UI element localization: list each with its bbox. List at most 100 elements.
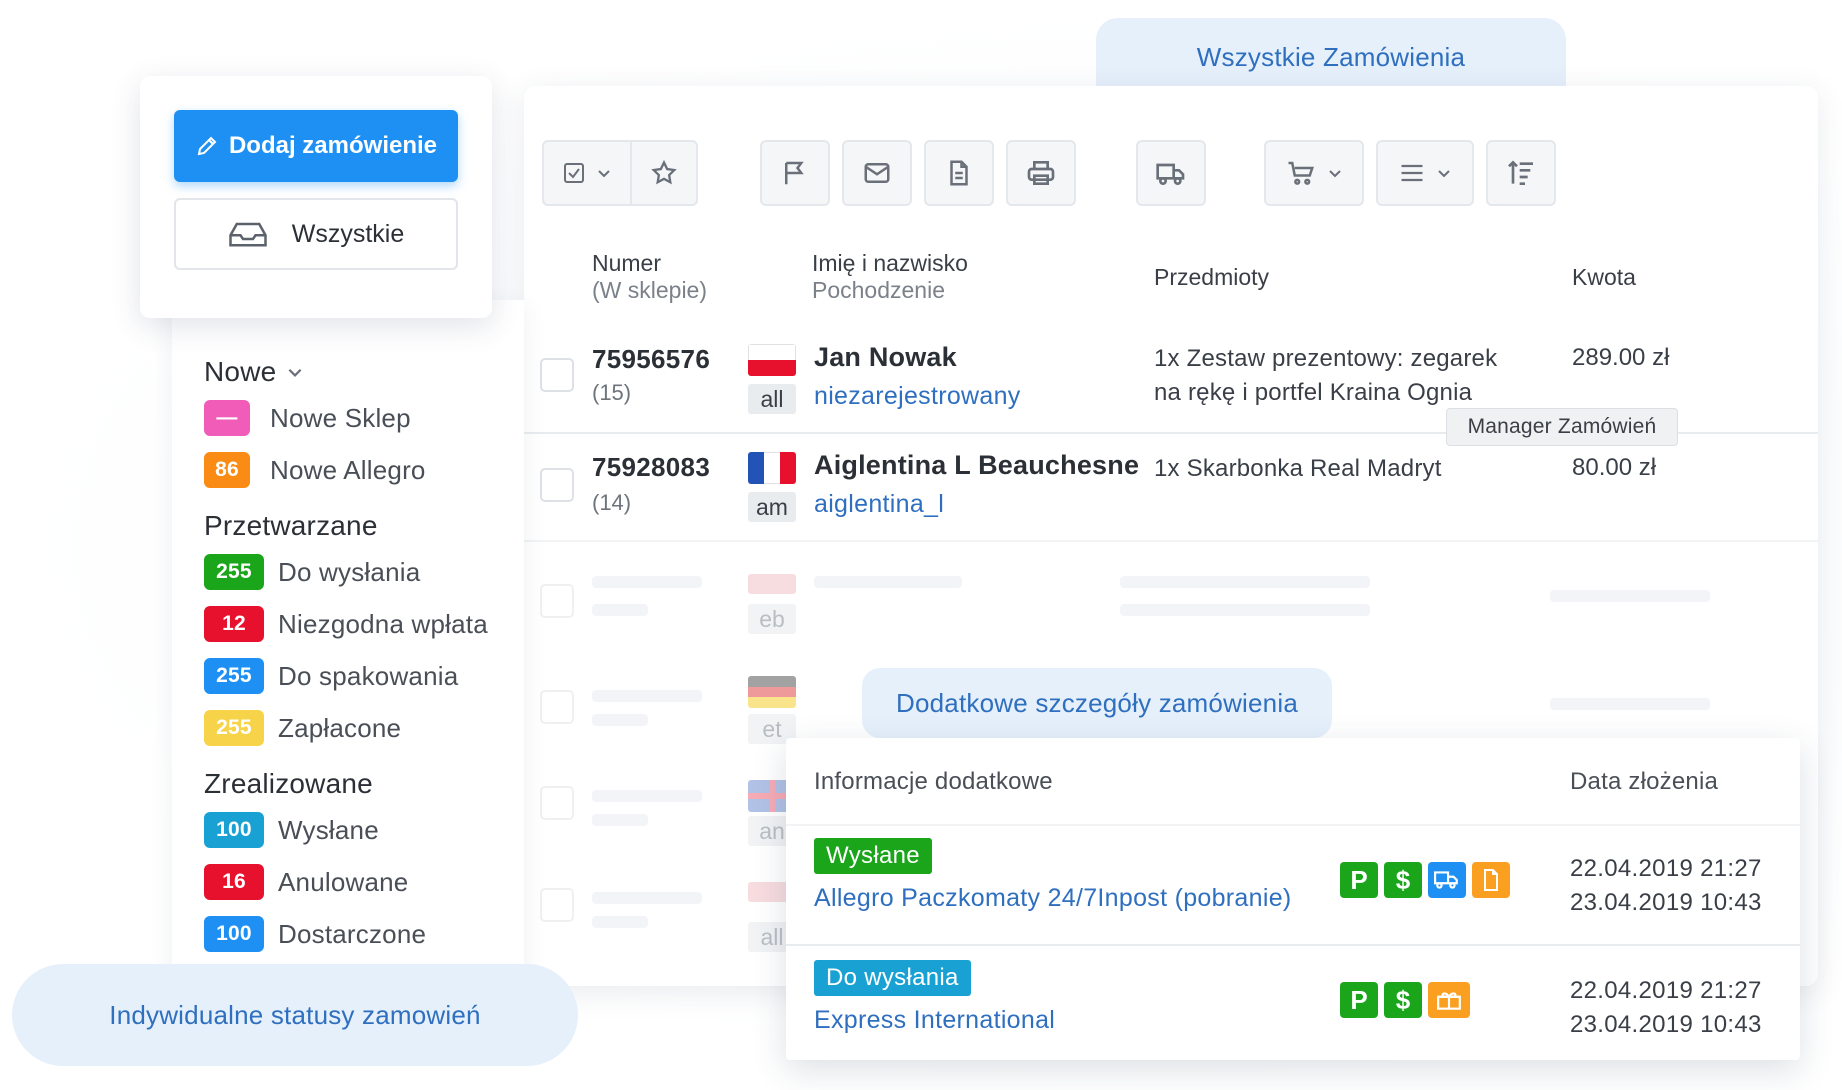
row-checkbox[interactable] bbox=[540, 358, 574, 392]
shipping-button[interactable] bbox=[1136, 140, 1206, 206]
add-order-button[interactable]: Dodaj zamówienie bbox=[174, 110, 458, 182]
sidebar-item-zaplacone[interactable]: 255 Zapłacone bbox=[204, 710, 401, 746]
flag-pl-icon bbox=[748, 574, 796, 594]
order-dates: 22.04.2019 21:27 23.04.2019 10:43 bbox=[1570, 974, 1762, 1042]
flag-de-icon bbox=[748, 676, 796, 708]
mail-icon bbox=[864, 163, 890, 183]
status-count-badge: 86 bbox=[204, 452, 250, 488]
placeholder-bar bbox=[1120, 576, 1370, 588]
order-details-callout-label: Dodatkowe szczegóły zamówienia bbox=[896, 687, 1298, 718]
paid-icon: $ bbox=[1384, 862, 1422, 898]
status-group-processing[interactable]: Przetwarzane bbox=[204, 510, 378, 542]
select-all-dropdown[interactable] bbox=[542, 140, 632, 206]
column-header-items[interactable]: Przedmioty bbox=[1154, 264, 1269, 291]
placeholder-bar bbox=[592, 790, 702, 802]
column-header-name-sub: Pochodzenie bbox=[812, 277, 945, 303]
row-checkbox[interactable] bbox=[540, 468, 574, 502]
row-divider bbox=[524, 540, 1818, 542]
order-number[interactable]: 75956576 bbox=[592, 344, 710, 375]
row-checkbox bbox=[540, 690, 574, 724]
view-options-dropdown[interactable] bbox=[1376, 140, 1474, 206]
sidebar-item-do-wyslania[interactable]: 255 Do wysłania bbox=[204, 554, 420, 590]
placeholder-bar bbox=[592, 916, 648, 928]
divider bbox=[786, 944, 1800, 946]
row-checkbox bbox=[540, 584, 574, 618]
print-button[interactable] bbox=[1006, 140, 1076, 206]
status-count-badge: 100 bbox=[204, 916, 264, 952]
all-orders-button[interactable]: Wszystkie bbox=[174, 198, 458, 270]
sidebar-item-label: Nowe Allegro bbox=[270, 454, 426, 485]
parcel-icon: P bbox=[1340, 982, 1378, 1018]
placeholder-bar bbox=[592, 892, 702, 904]
parcel-icon: P bbox=[1340, 862, 1378, 898]
placeholder-bar bbox=[814, 576, 962, 588]
placeholder-bar bbox=[1120, 604, 1370, 616]
placeholder-bar bbox=[592, 814, 648, 826]
placeholder-bar bbox=[1550, 590, 1710, 602]
tooltip: Manager Zamówień bbox=[1446, 408, 1678, 446]
sidebar-item-label: Dostarczone bbox=[278, 918, 427, 949]
status-group-new[interactable]: Nowe bbox=[204, 356, 304, 388]
order-flags: P $ bbox=[1340, 862, 1510, 898]
document-button[interactable] bbox=[924, 140, 994, 206]
flag-fr-icon bbox=[748, 452, 796, 484]
order-item-count: (15) bbox=[592, 380, 632, 405]
customer-name[interactable]: Jan Nowak bbox=[814, 342, 957, 373]
chevron-down-icon bbox=[1329, 170, 1341, 178]
order-number[interactable]: 75928083 bbox=[592, 452, 710, 483]
details-header-date: Data złożenia bbox=[1570, 768, 1719, 795]
individual-statuses-callout: Indywidualne statusy zamowień bbox=[12, 964, 578, 1066]
sidebar-item-label: Do spakowania bbox=[278, 660, 459, 691]
truck-icon bbox=[1156, 163, 1185, 185]
customer-login[interactable]: niezarejestrowany bbox=[814, 382, 1021, 411]
order-dates: 22.04.2019 21:27 23.04.2019 10:43 bbox=[1570, 852, 1762, 920]
order-items: 1x Skarbonka Real Madryt bbox=[1154, 455, 1442, 482]
flag-button[interactable] bbox=[760, 140, 830, 206]
sidebar-status-panel: Nowe — Nowe Sklep 86 Nowe Allegro Przetw… bbox=[172, 300, 524, 986]
status-group-done[interactable]: Zrealizowane bbox=[204, 768, 373, 800]
sidebar-item-label: Zapłacone bbox=[278, 712, 402, 743]
customer-login[interactable]: aiglentina_l bbox=[814, 490, 944, 519]
sort-icon bbox=[1508, 160, 1533, 185]
sidebar-item-do-spakowania[interactable]: 255 Do spakowania bbox=[204, 658, 458, 694]
status-count-badge: 255 bbox=[204, 710, 264, 746]
sidebar-item-niezgodna-wplata[interactable]: 12 Niezgodna wpłata bbox=[204, 606, 488, 642]
sidebar-item-wyslane[interactable]: 100 Wysłane bbox=[204, 812, 379, 848]
column-header-name[interactable]: Imię i nazwisko Pochodzenie bbox=[812, 250, 968, 304]
status-count-badge: 255 bbox=[204, 554, 264, 590]
all-orders-callout-label: Wszystkie Zamówienia bbox=[1196, 42, 1466, 72]
chevron-down-icon bbox=[288, 368, 302, 377]
column-header-amount[interactable]: Kwota bbox=[1572, 264, 1636, 291]
status-count-badge: 100 bbox=[204, 812, 264, 848]
document-icon bbox=[950, 160, 968, 186]
column-header-number[interactable]: Numer (W sklepie) bbox=[592, 250, 707, 304]
status-group-title: Nowe bbox=[204, 356, 277, 387]
sidebar-item-label: Wysłane bbox=[278, 814, 379, 845]
pencil-icon bbox=[197, 136, 217, 156]
source-tag: all bbox=[748, 384, 796, 414]
order-date: 23.04.2019 10:43 bbox=[1570, 1011, 1762, 1038]
chevron-down-icon bbox=[598, 170, 610, 178]
order-items: 1x Zestaw prezentowy: zegarek na rękę i … bbox=[1154, 342, 1497, 410]
sidebar-item-dostarczone[interactable]: 100 Dostarczone bbox=[204, 916, 426, 952]
column-header-number-label: Numer bbox=[592, 250, 662, 276]
placeholder-bar bbox=[592, 604, 648, 616]
email-button[interactable] bbox=[842, 140, 912, 206]
order-date: 23.04.2019 10:43 bbox=[1570, 889, 1762, 916]
shipping-method[interactable]: Express International bbox=[814, 1006, 1055, 1035]
customer-name[interactable]: Aiglentina L Beauchesne bbox=[814, 450, 1139, 481]
shipping-method[interactable]: Allegro Paczkomaty 24/7Inpost (pobranie) bbox=[814, 884, 1292, 913]
sidebar-item-nowe-sklep[interactable]: — Nowe Sklep bbox=[204, 400, 411, 436]
printer-icon bbox=[1027, 161, 1055, 185]
placeholder-bar bbox=[592, 690, 702, 702]
document-icon bbox=[1472, 862, 1510, 898]
favorite-button[interactable] bbox=[630, 140, 698, 206]
sidebar-item-nowe-allegro[interactable]: 86 Nowe Allegro bbox=[204, 452, 426, 488]
checkbox-icon bbox=[564, 163, 584, 183]
order-date: 22.04.2019 21:27 bbox=[1570, 977, 1762, 1004]
sort-button[interactable] bbox=[1486, 140, 1556, 206]
paid-icon: $ bbox=[1384, 982, 1422, 1018]
sidebar-item-anulowane[interactable]: 16 Anulowane bbox=[204, 864, 408, 900]
source-tag: eb bbox=[748, 604, 796, 634]
cart-dropdown[interactable] bbox=[1264, 140, 1364, 206]
